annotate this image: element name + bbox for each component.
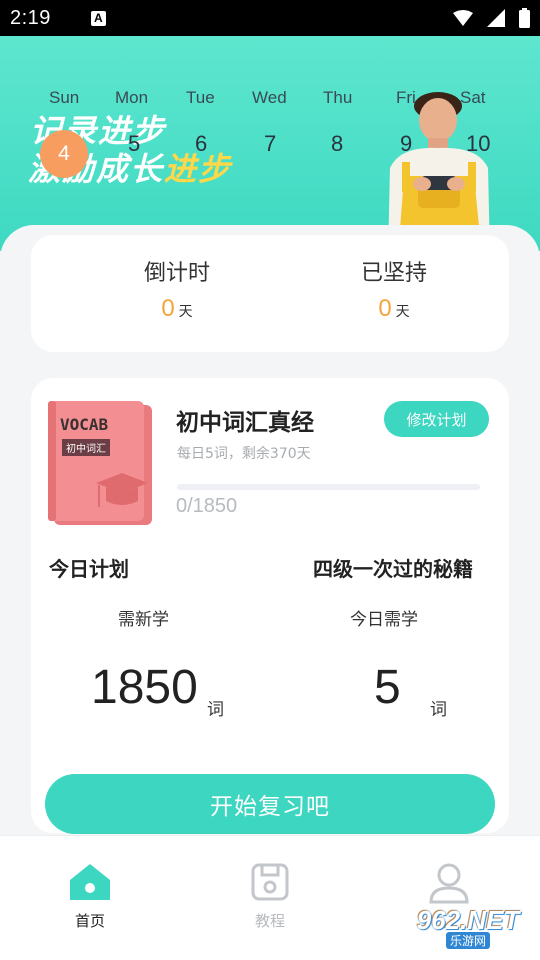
week-header: Sun Mon Tue Wed Thu Fri Sat [0, 88, 540, 112]
persist-value: 0 [378, 295, 392, 322]
nav-home[interactable]: 首页 [45, 862, 135, 931]
weekday-thu: Thu [323, 88, 353, 107]
profile-icon [429, 863, 469, 904]
new-words-count: 1850 [91, 661, 198, 714]
nav-profile[interactable] [404, 862, 494, 904]
today-words-unit: 词 [430, 700, 447, 720]
today-words-count: 5 [374, 661, 401, 714]
home-icon [70, 864, 110, 900]
persist-title: 已坚持 [360, 261, 427, 286]
weekday-sun: Sun [49, 88, 80, 107]
date-row: 5 6 7 8 9 10 [0, 131, 540, 171]
weekday-tue: Tue [186, 88, 215, 107]
battery-icon [519, 8, 530, 28]
book-cover-title: VOCAB [60, 415, 109, 434]
date-cell[interactable]: 5 [128, 131, 140, 157]
date-cell[interactable]: 7 [264, 131, 276, 157]
start-review-button[interactable]: 开始复习吧 [45, 774, 495, 834]
weekday-wed: Wed [252, 88, 287, 107]
persist-value-line: 0 天 [294, 295, 494, 323]
wifi-icon [453, 10, 473, 26]
weekday-fri: Fri [396, 88, 416, 107]
countdown-stat: 倒计时 0 天 [77, 255, 277, 323]
nav-tutorial[interactable]: 教程 [225, 862, 315, 931]
countdown-value: 0 [161, 295, 175, 322]
tips-title[interactable]: 四级一次过的秘籍 [313, 553, 473, 582]
date-cell[interactable]: 8 [331, 131, 343, 157]
site-watermark: 962.NET 乐游网 [400, 905, 536, 955]
weekday-mon: Mon [115, 88, 149, 107]
new-words-label: 需新学 [118, 610, 169, 630]
book-subtitle: 每日5词，剩余370天 [177, 446, 311, 462]
status-bar: 2:19 [0, 0, 540, 36]
nav-home-label: 首页 [74, 912, 105, 930]
progress-text: 0/1850 [176, 495, 238, 517]
persist-stat: 已坚持 0 天 [294, 255, 494, 323]
notification-a-icon [90, 10, 106, 26]
date-cell[interactable]: 10 [466, 131, 490, 157]
weekday-sat: Sat [460, 88, 486, 107]
status-icons [453, 8, 530, 28]
countdown-title: 倒计时 [143, 261, 210, 286]
tutorial-icon [251, 863, 289, 901]
date-cell[interactable]: 6 [195, 131, 207, 157]
today-plan-title: 今日计划 [49, 557, 129, 581]
status-time: 2:19 [10, 6, 51, 29]
persist-unit: 天 [395, 304, 410, 320]
date-cell[interactable]: 9 [400, 131, 412, 157]
new-words-unit: 词 [207, 700, 224, 720]
watermark-text: 乐游网 [445, 932, 490, 949]
signal-icon [487, 9, 505, 27]
book-cover-tag: 初中词汇 [62, 439, 110, 456]
countdown-value-line: 0 天 [77, 295, 277, 323]
progress-bar [177, 484, 480, 490]
modify-plan-button[interactable]: 修改计划 [384, 401, 489, 437]
book-title: 初中词汇真经 [176, 410, 314, 436]
banner: 记录进步 激励成长进步 Sun Mon Tue Wed Thu Fri Sat … [0, 36, 540, 251]
nav-tutorial-label: 教程 [254, 912, 285, 930]
countdown-unit: 天 [178, 304, 193, 320]
countdown-card: 倒计时 0 天 已坚持 0 天 [31, 235, 509, 352]
book-cover[interactable]: VOCAB 初中词汇 [48, 401, 152, 525]
today-words-label: 今日需学 [350, 610, 418, 630]
